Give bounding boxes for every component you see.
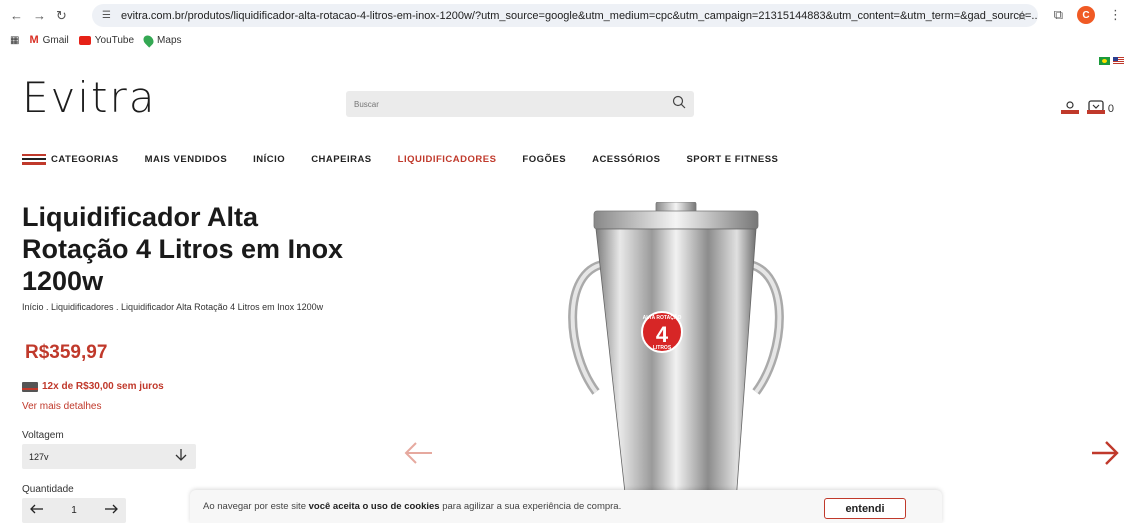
bookmarks-bar: ▦ M Gmail YouTube Maps — [0, 31, 1132, 49]
increase-quantity-icon[interactable] — [104, 504, 118, 517]
credit-card-icon — [22, 381, 38, 392]
extensions-icon[interactable]: ⧉ — [1054, 7, 1063, 23]
categories-menu-icon[interactable] — [22, 154, 46, 165]
search-input[interactable] — [346, 99, 646, 109]
profile-avatar[interactable]: C — [1077, 6, 1095, 24]
search-bar — [346, 91, 694, 117]
product-title: Liquidificador Alta Rotação 4 Litros em … — [22, 202, 344, 296]
bookmark-label: Maps — [157, 34, 182, 46]
cookie-text-bold: você aceita o uso de cookies — [308, 501, 440, 512]
menu-item-categorias[interactable]: CATEGORIAS — [51, 154, 119, 165]
bookmark-label: Gmail — [42, 34, 69, 46]
site-logo[interactable]: Evitra — [22, 73, 157, 122]
menu-item-sport-fitness[interactable]: SPORT E FITNESS — [686, 154, 778, 165]
badge-number: 4 — [656, 322, 669, 347]
badge-top-text: ALTA ROTAÇÃO — [643, 314, 682, 321]
quantity-label: Quantidade — [22, 484, 74, 495]
bookmark-youtube[interactable]: YouTube — [78, 34, 135, 46]
search-icon[interactable] — [672, 95, 686, 114]
browser-menu-icon[interactable]: ⋮ — [1109, 7, 1122, 23]
site-settings-icon[interactable]: ☰ — [102, 10, 111, 21]
us-flag-icon[interactable] — [1113, 57, 1124, 65]
main-menu: CATEGORIAS MAIS VENDIDOS INÍCIO CHAPEIRA… — [22, 154, 804, 165]
forward-icon[interactable]: → — [33, 8, 46, 24]
voltage-select[interactable]: 127v — [22, 444, 196, 469]
youtube-icon — [78, 35, 91, 45]
menu-item-acessorios[interactable]: ACESSÓRIOS — [592, 154, 660, 165]
maps-icon — [141, 32, 156, 48]
language-flags — [1099, 57, 1124, 65]
user-icon[interactable] — [1060, 101, 1080, 120]
cart-icon[interactable] — [1086, 99, 1106, 120]
address-bar[interactable]: ☰ evitra.com.br/produtos/liquidificador-… — [92, 4, 1038, 27]
chevron-down-icon — [174, 447, 188, 465]
cookie-text: Ao navegar por este site você aceita o u… — [203, 501, 621, 512]
browser-toolbar: ← → ↻ ☰ evitra.com.br/produtos/liquidifi… — [0, 0, 1132, 31]
browser-actions: ⧉ C ⋮ — [1054, 6, 1122, 24]
product-image: ALTA ROTAÇÃO 4 LITROS — [566, 201, 786, 523]
brazil-flag-icon[interactable] — [1099, 57, 1110, 65]
url-text: evitra.com.br/produtos/liquidificador-al… — [120, 9, 1038, 22]
voltage-value: 127v — [29, 451, 49, 462]
reload-icon[interactable]: ↻ — [56, 8, 67, 24]
carousel-next-arrow-icon[interactable] — [1090, 440, 1120, 471]
menu-item-chapeiras[interactable]: CHAPEIRAS — [311, 154, 371, 165]
menu-item-fogoes[interactable]: FOGÕES — [522, 154, 566, 165]
decrease-quantity-icon[interactable] — [30, 504, 44, 517]
bookmark-maps[interactable]: Maps — [141, 32, 182, 48]
browser-nav: ← → ↻ — [10, 8, 67, 24]
breadcrumb[interactable]: Início . Liquidificadores . Liquidificad… — [22, 302, 372, 312]
bookmark-gmail[interactable]: M Gmail — [29, 34, 68, 46]
accept-cookies-button[interactable]: entendi — [824, 498, 906, 519]
page-content: Evitra 0 CATEGORIAS MAIS VENDIDOS INÍCIO… — [0, 49, 1132, 523]
product-price: R$359,97 — [25, 342, 108, 363]
cookie-text-end: para agilizar a sua experiência de compr… — [439, 501, 622, 512]
installments-text: 12x de R$30,00 sem juros — [42, 381, 164, 392]
carousel-prev-arrow-icon[interactable] — [404, 441, 434, 470]
bookmark-label: YouTube — [94, 34, 135, 46]
bookmark-star-icon[interactable]: ☆ — [1016, 8, 1028, 24]
menu-item-mais-vendidos[interactable]: MAIS VENDIDOS — [145, 154, 228, 165]
installments-info: 12x de R$30,00 sem juros — [22, 381, 164, 392]
more-details-link[interactable]: Ver mais detalhes — [22, 401, 102, 412]
menu-item-liquidificadores[interactable]: LIQUIDIFICADORES — [398, 154, 497, 165]
menu-item-inicio[interactable]: INÍCIO — [253, 154, 285, 165]
cart-count: 0 — [1107, 103, 1114, 115]
cookie-text-start: Ao navegar por este site — [203, 501, 309, 512]
quantity-stepper: 1 — [22, 498, 126, 523]
badge-bottom-text: LITROS — [653, 345, 672, 351]
gmail-icon: M — [29, 34, 39, 46]
cookie-banner: Ao navegar por este site você aceita o u… — [190, 490, 942, 523]
voltage-label: Voltagem — [22, 430, 64, 441]
quantity-value[interactable]: 1 — [71, 505, 77, 516]
back-icon[interactable]: ← — [10, 8, 23, 24]
apps-grid-icon[interactable]: ▦ — [10, 35, 19, 46]
